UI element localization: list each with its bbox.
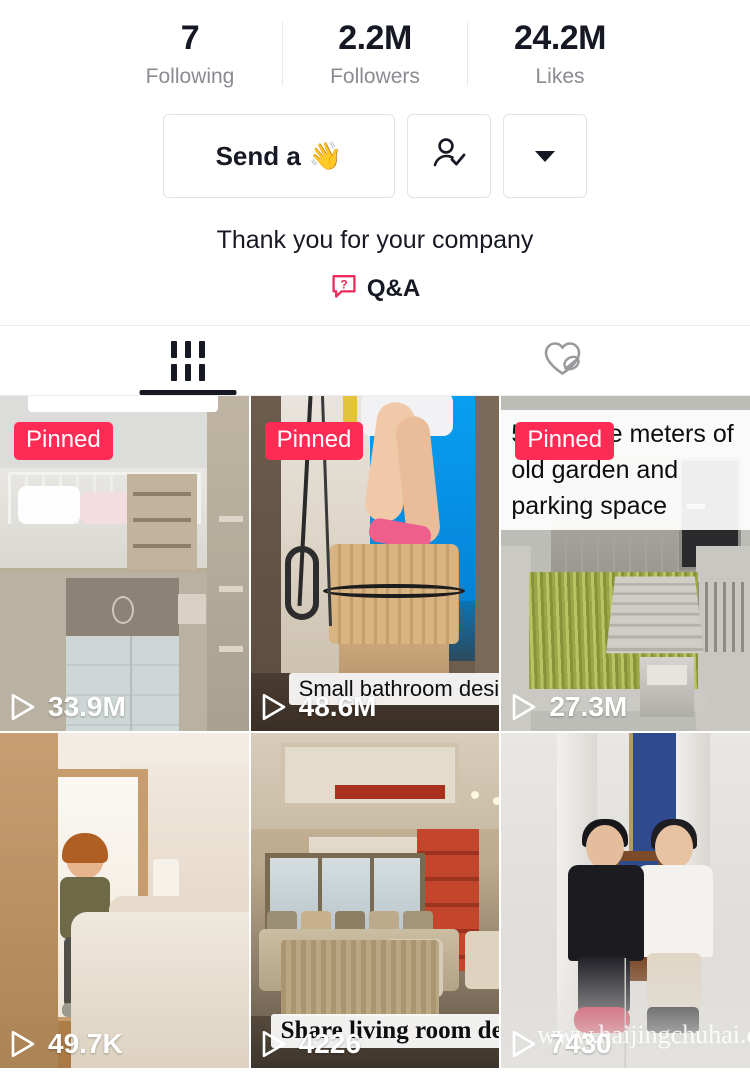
play-icon: [511, 692, 537, 722]
waving-hand-icon: 👋: [308, 140, 343, 171]
pinned-badge-3: Pinned: [515, 422, 615, 460]
qa-row[interactable]: ? Q&A: [0, 272, 750, 305]
following-status-button[interactable]: [407, 114, 491, 198]
video-thumbnail-4: [0, 733, 249, 1068]
view-count-value-2: 48.6M: [298, 691, 377, 722]
view-count-value-3: 27.3M: [549, 691, 628, 722]
video-tile-3[interactable]: 50 square meters of old garden and parki…: [501, 396, 750, 731]
profile-stats-row: 7 Following 2.2M Followers 24.2M Likes: [0, 0, 750, 92]
chevron-down-icon: [535, 150, 555, 162]
view-count-1: 33.9M: [10, 691, 126, 723]
send-message-button[interactable]: Send a 👋: [163, 114, 395, 198]
play-icon: [511, 1029, 537, 1059]
likes-count: 24.2M: [514, 19, 607, 57]
active-tab-underline: [139, 390, 236, 395]
tab-videos[interactable]: [0, 326, 375, 395]
tab-liked[interactable]: [375, 326, 750, 395]
view-count-5: 4226: [261, 1028, 361, 1060]
stat-likes[interactable]: 24.2M Likes: [468, 16, 652, 92]
pinned-badge-2: Pinned: [264, 422, 364, 460]
question-bubble-icon: ?: [330, 272, 358, 305]
svg-text:?: ?: [340, 277, 347, 291]
view-count-2: 48.6M: [261, 691, 377, 723]
video-tile-4[interactable]: 49.7K: [0, 733, 249, 1068]
person-check-icon: [429, 134, 469, 179]
profile-bio: Thank you for your company: [216, 226, 534, 254]
video-tile-5[interactable]: Share living room design 4226: [250, 733, 500, 1068]
grid-icon: [170, 340, 205, 381]
view-count-value-4: 49.7K: [48, 1028, 123, 1059]
play-icon: [10, 1029, 36, 1059]
view-count-value-1: 33.9M: [48, 691, 126, 722]
play-icon: [261, 692, 287, 722]
partial-caption-box-1: [28, 396, 218, 412]
stat-followers[interactable]: 2.2M Followers: [283, 16, 467, 92]
following-count: 7: [180, 19, 200, 57]
send-message-label: Send a 👋: [216, 141, 343, 172]
followers-count: 2.2M: [338, 19, 412, 57]
video-tile-6[interactable]: www.haijingchuhai.com 7430: [501, 733, 750, 1068]
play-icon: [261, 1029, 287, 1059]
send-message-text: Send a: [215, 140, 301, 171]
view-count-value-5: 4226: [298, 1028, 361, 1059]
more-options-button[interactable]: [503, 114, 587, 198]
profile-tabs: [0, 325, 750, 395]
video-thumbnail-6: [501, 733, 750, 1068]
video-grid: Pinned 33.9M Pinned Small bathroom desig…: [0, 395, 750, 1068]
qa-label: Q&A: [366, 274, 421, 302]
site-watermark: www.haijingchuhai.com: [537, 1020, 750, 1049]
stat-following[interactable]: 7 Following: [98, 16, 282, 92]
followers-label: Followers: [330, 65, 420, 88]
following-label: Following: [145, 65, 235, 88]
profile-actions-row: Send a 👋: [0, 114, 750, 198]
pinned-badge-1: Pinned: [14, 422, 113, 460]
play-icon: [10, 692, 36, 722]
view-count-4: 49.7K: [10, 1028, 123, 1060]
likes-label: Likes: [535, 65, 585, 88]
view-count-3: 27.3M: [511, 691, 627, 723]
video-tile-1[interactable]: Pinned 33.9M: [0, 396, 249, 731]
video-tile-2[interactable]: Pinned Small bathroom design 48.6M: [250, 396, 500, 731]
heart-slash-icon: [540, 337, 586, 384]
